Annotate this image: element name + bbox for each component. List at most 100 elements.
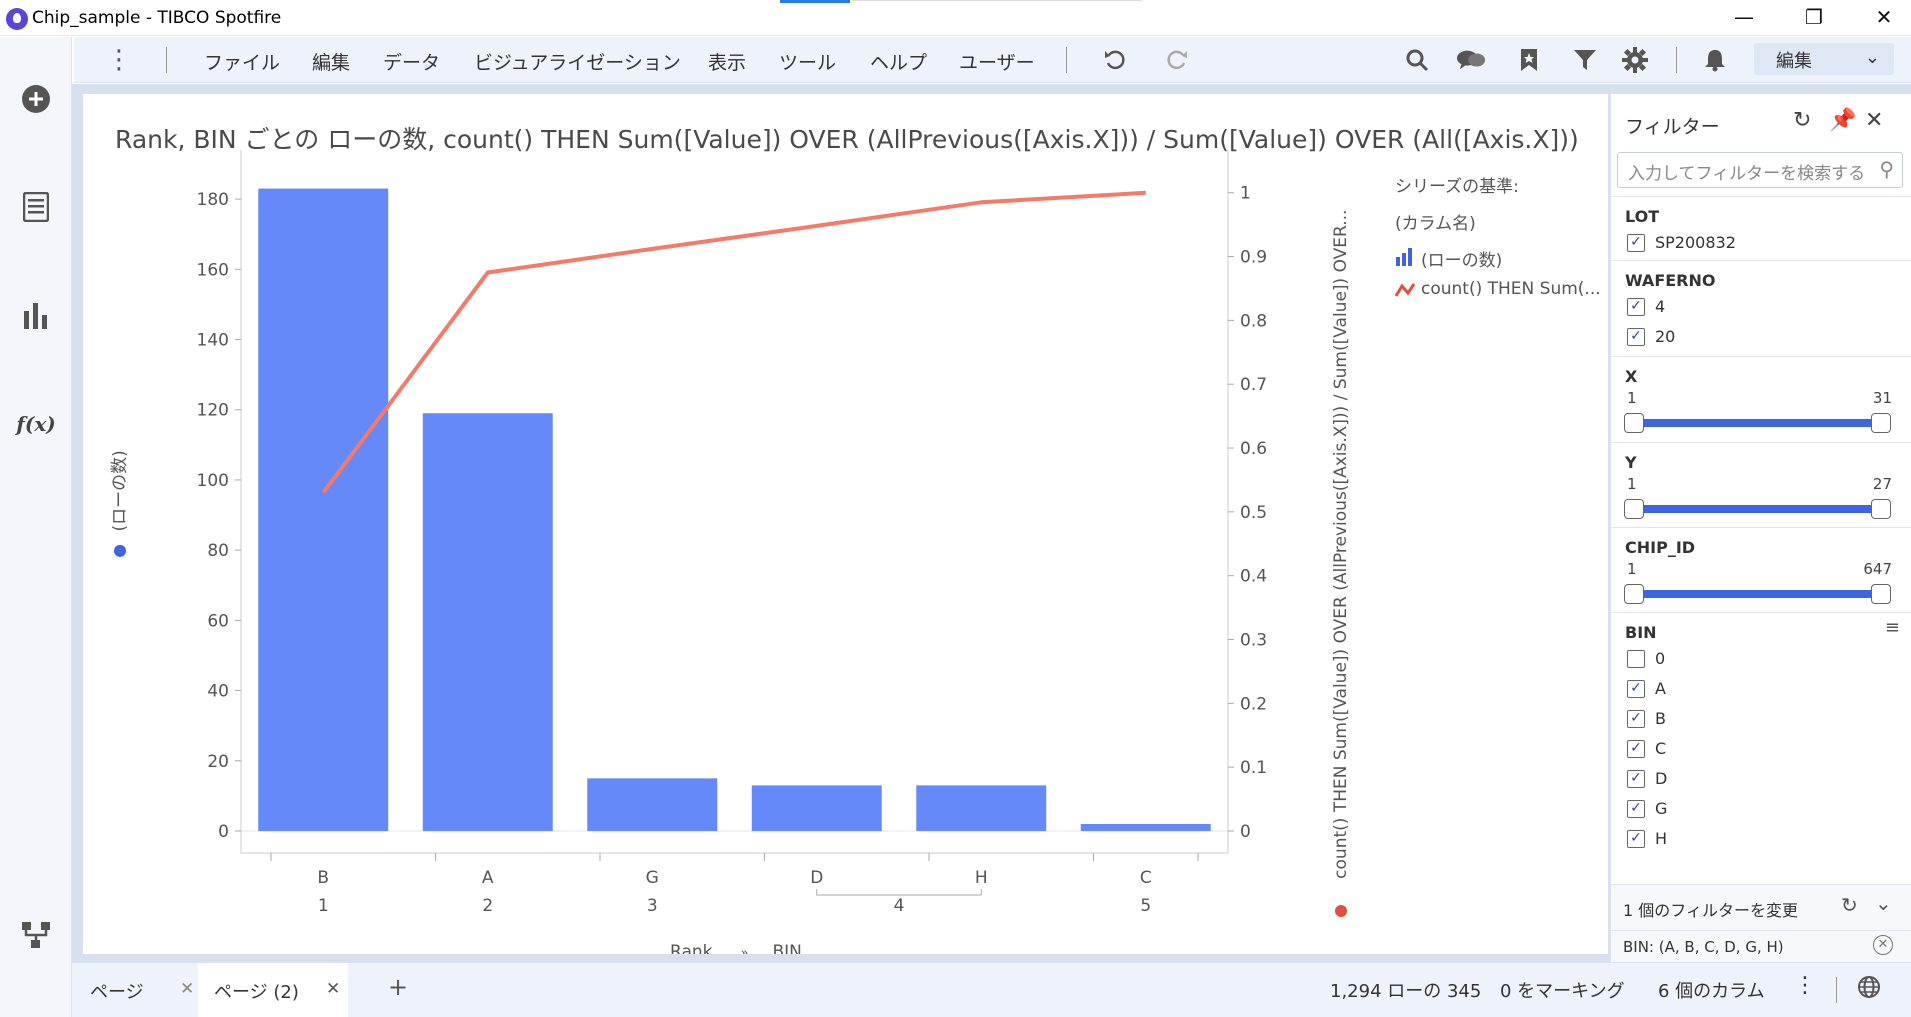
x-rank-label: 5	[1140, 896, 1151, 916]
menu-visualization[interactable]: ビジュアライゼーション	[474, 48, 681, 75]
spotfire-logo-icon	[6, 8, 28, 30]
menu-separator	[1066, 47, 1067, 73]
range-slider-max-handle[interactable]	[1871, 584, 1891, 604]
pin-icon[interactable]: 📌	[1829, 108, 1856, 133]
menu-user[interactable]: ユーザー	[959, 48, 1035, 75]
checkbox-label: G	[1655, 799, 1668, 818]
legend-bar-label: (ローの数)	[1421, 251, 1503, 271]
legend-item-line[interactable]: count() THEN Sum(...	[1395, 279, 1601, 299]
checkbox-checked[interactable]: ✓	[1627, 800, 1645, 818]
y-left-tick-label: 0	[218, 822, 229, 842]
filter-icon[interactable]	[1570, 45, 1600, 75]
checkbox-checked[interactable]: ✓	[1627, 770, 1645, 788]
function-icon[interactable]: f(x)	[16, 406, 55, 442]
window-tab-divider	[852, 0, 1142, 1]
bar-G	[587, 778, 718, 831]
edit-mode-dropdown[interactable]: 編集 ⌄	[1754, 43, 1894, 75]
x-rank-label: 4	[894, 896, 905, 916]
page-tab-2-active[interactable]: ページ (2) ✕	[198, 963, 348, 1017]
filter-name: BIN	[1625, 623, 1657, 642]
settings-gear-icon[interactable]	[1620, 45, 1650, 75]
checkbox-checked[interactable]: ✓	[1627, 830, 1645, 848]
close-tab-icon[interactable]: ✕	[326, 979, 340, 999]
checkbox-unchecked[interactable]	[1627, 650, 1645, 668]
legend-item-bar[interactable]: (ローの数)	[1395, 246, 1595, 271]
globe-icon[interactable]	[1857, 975, 1881, 1004]
filter-group-chip-id: CHIP_ID 1 647	[1611, 527, 1911, 611]
y-axis-left-label: (ローの数)	[110, 450, 130, 531]
x-category-label: G	[646, 868, 659, 888]
add-page-icon[interactable]: +	[388, 963, 408, 1017]
collaboration-icon[interactable]	[1456, 45, 1486, 75]
y-right-tick-label: 0.5	[1240, 503, 1267, 523]
more-vertical-icon[interactable]: ⋮	[1794, 973, 1816, 998]
close-window-icon[interactable]: ✕	[1854, 0, 1911, 34]
menu-view[interactable]: 表示	[708, 48, 746, 75]
menu-data[interactable]: データ	[383, 48, 440, 75]
bar-B	[258, 188, 389, 832]
y-right-tick-label: 0.9	[1240, 248, 1267, 268]
status-separator	[1836, 977, 1837, 1003]
bar-C	[1080, 823, 1211, 831]
visualization-icon[interactable]	[18, 297, 54, 333]
close-tab-icon[interactable]: ✕	[180, 979, 194, 999]
range-slider-max-handle[interactable]	[1871, 413, 1891, 433]
filter-search-input[interactable]: 入力してフィルターを検索する ⚲	[1617, 152, 1903, 188]
combination-chart-panel[interactable]: Rank, BIN ごとの ローの数, count() THEN Sum([Va…	[83, 94, 1608, 954]
reset-icon[interactable]: ↻	[1841, 893, 1858, 917]
data-canvas-icon[interactable]	[18, 917, 54, 953]
legend-title: シリーズの基準:	[1395, 177, 1519, 197]
legend: シリーズの基準: (カラム名) (ローの数) count() THEN Sum(…	[1395, 172, 1601, 307]
chevron-down-icon[interactable]: ⌄	[1875, 891, 1892, 915]
checkbox-checked[interactable]: ✓	[1627, 298, 1645, 316]
range-slider-track[interactable]	[1633, 505, 1881, 513]
y-left-tick-label: 160	[197, 260, 229, 280]
filter-group-lot: LOT ✓ SP200832	[1611, 196, 1911, 256]
filter-group-bin: BIN ≡ 0 ✓ A ✓ B ✓ C ✓ D ✓ G ✓ H	[1611, 612, 1911, 852]
range-slider-min-handle[interactable]	[1624, 499, 1644, 519]
checkbox-label: B	[1655, 709, 1666, 728]
range-slider-min-handle[interactable]	[1624, 413, 1644, 433]
range-slider-max-handle[interactable]	[1871, 499, 1891, 519]
add-icon[interactable]	[18, 81, 54, 117]
menu-separator	[1676, 47, 1677, 73]
filter-panel: フィルター ↻ 📌 ✕ 入力してフィルターを検索する ⚲ LOT ✓ SP200…	[1610, 94, 1911, 964]
data-table-icon[interactable]	[18, 189, 54, 225]
status-marking[interactable]: 0 をマーキング	[1500, 977, 1625, 1003]
checkbox-checked[interactable]: ✓	[1627, 680, 1645, 698]
y-right-series-marker	[1335, 905, 1347, 917]
minimize-icon[interactable]: —	[1714, 0, 1774, 34]
checkbox-checked[interactable]: ✓	[1627, 710, 1645, 728]
list-menu-icon[interactable]: ≡	[1885, 617, 1900, 638]
undo-icon[interactable]	[1100, 45, 1130, 75]
redo-icon[interactable]	[1162, 45, 1192, 75]
page-tab-1[interactable]: ページ ✕	[90, 963, 198, 1017]
range-slider-min-handle[interactable]	[1624, 584, 1644, 604]
checkbox-checked[interactable]: ✓	[1627, 234, 1645, 252]
reset-filters-icon[interactable]: ↻	[1793, 108, 1811, 133]
y-left-tick-label: 80	[207, 541, 229, 561]
bookmark-icon[interactable]	[1514, 45, 1544, 75]
clear-filter-icon[interactable]: ✕	[1873, 935, 1893, 955]
menu-tools[interactable]: ツール	[779, 48, 836, 75]
menu-edit[interactable]: 編集	[312, 48, 350, 75]
checkbox-checked[interactable]: ✓	[1627, 740, 1645, 758]
checkbox-label: H	[1655, 829, 1668, 848]
search-icon[interactable]	[1402, 45, 1432, 75]
restore-icon[interactable]: ❐	[1784, 0, 1844, 34]
range-slider-track[interactable]	[1633, 590, 1881, 598]
notification-bell-icon[interactable]	[1700, 45, 1730, 75]
filter-group-waferno: WAFERNO ✓ 4 ✓ 20	[1611, 260, 1911, 350]
x-rank-label: 2	[482, 896, 493, 916]
checkbox-label: A	[1655, 679, 1666, 698]
menu-bar: ⋮ ファイル 編集 データ ビジュアライゼーション 表示 ツール ヘルプ ユーザ…	[74, 37, 1911, 83]
menu-help[interactable]: ヘルプ	[870, 48, 927, 75]
checkbox-checked[interactable]: ✓	[1627, 328, 1645, 346]
y-left-tick-label: 180	[197, 190, 229, 210]
page-tab-label: ページ	[90, 982, 144, 1003]
close-panel-icon[interactable]: ✕	[1865, 108, 1883, 133]
range-slider-track[interactable]	[1633, 419, 1881, 427]
status-columns[interactable]: 6 個のカラム	[1658, 977, 1765, 1003]
menu-file[interactable]: ファイル	[204, 48, 280, 75]
more-vertical-icon[interactable]: ⋮	[104, 45, 134, 75]
